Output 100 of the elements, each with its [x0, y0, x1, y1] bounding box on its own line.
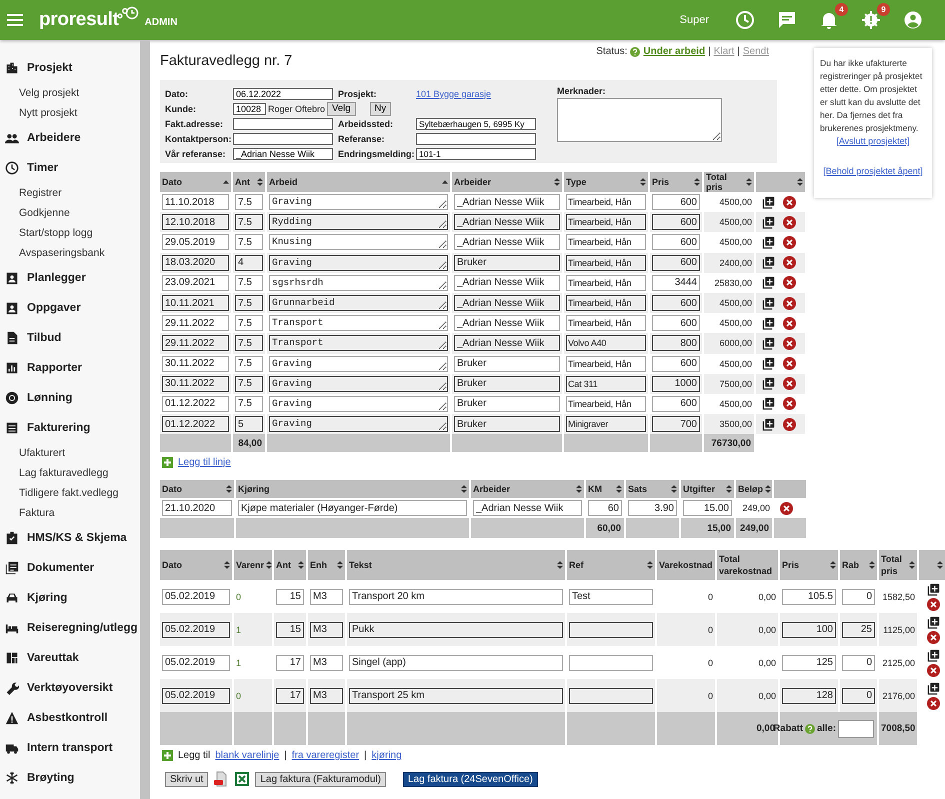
duplicate-icon[interactable] [926, 582, 940, 596]
worker-field[interactable]: _Adrian Nesse Wiik [454, 194, 560, 210]
project-link[interactable]: [Behold prosjektet åpent] [820, 165, 926, 178]
column-header[interactable]: Dato [160, 550, 233, 580]
discount-field[interactable]: 0 [842, 654, 875, 671]
work-field[interactable]: Grunnarbeid [269, 295, 448, 312]
price-field[interactable]: 600 [652, 234, 700, 250]
chat-icon[interactable] [777, 10, 797, 30]
worker-field[interactable]: _Adrian Nesse Wiik [454, 295, 560, 312]
date-field[interactable]: 01.12.2022 [162, 416, 229, 432]
sidebar-section[interactable]: Reiseregning/utlegg [0, 613, 140, 643]
date-field[interactable]: 11.10.2018 [162, 194, 229, 210]
sidebar-item[interactable]: Avspaseringsbank [0, 243, 140, 263]
create-invoice-button[interactable]: Lag faktura (24SevenOffice) [402, 772, 538, 787]
duplicate-icon[interactable] [762, 397, 775, 410]
column-label[interactable]: Sats [628, 484, 648, 494]
rate-field[interactable]: 3.90 [628, 500, 677, 516]
delete-icon[interactable] [783, 296, 796, 310]
worker-field[interactable]: _Adrian Nesse Wiik [454, 315, 560, 332]
sidebar-section[interactable]: Planlegger [0, 263, 140, 293]
column-header[interactable]: Ref [566, 550, 656, 580]
column-label[interactable]: Arbeider [454, 177, 492, 187]
sidebar-section[interactable]: Oppgaver [0, 293, 140, 323]
date-field[interactable]: 30.11.2022 [162, 376, 229, 392]
scrollbar[interactable] [140, 40, 150, 799]
sidebar-item[interactable]: Godkjenne [0, 203, 140, 223]
column-header[interactable]: Pris [649, 172, 703, 192]
add-link[interactable]: blank varelinje [215, 750, 280, 761]
delete-icon[interactable] [783, 418, 796, 431]
work-field[interactable]: Transport [269, 315, 448, 332]
sort-ascending-icon[interactable] [223, 178, 229, 186]
unit-field[interactable]: M3 [310, 588, 343, 605]
text-field[interactable]: _Adrian Nesse Wiik [233, 148, 333, 160]
delete-icon[interactable] [783, 256, 796, 270]
worker-field[interactable]: _Adrian Nesse Wiik [454, 234, 560, 250]
date-field[interactable]: 05.02.2019 [162, 654, 230, 671]
date-field[interactable]: 10.11.2021 [162, 295, 229, 312]
sidebar-section[interactable]: Rapporter [0, 353, 140, 383]
quantity-field[interactable]: 7.5 [235, 396, 263, 412]
sidebar-section[interactable]: Vareuttak [0, 643, 140, 673]
column-label[interactable]: Dato [162, 484, 182, 494]
column-label[interactable]: Pris [652, 177, 670, 187]
column-header[interactable]: Rab [839, 550, 878, 580]
km-field[interactable]: 60 [588, 500, 622, 516]
delete-icon[interactable] [783, 196, 796, 209]
column-header[interactable]: Ant [273, 550, 307, 580]
sort-icon[interactable] [557, 561, 563, 570]
column-header[interactable]: Total pris [703, 172, 755, 192]
price-field[interactable]: 128 [782, 688, 836, 704]
type-field[interactable]: Timearbeid, Hån [566, 396, 646, 412]
date-field[interactable]: 21.10.2020 [162, 500, 232, 516]
sidebar-section[interactable]: Prosjekt [0, 53, 140, 83]
delete-icon[interactable] [783, 316, 796, 330]
delete-icon[interactable] [783, 216, 796, 229]
sort-icon[interactable] [576, 485, 582, 494]
sort-icon[interactable] [461, 485, 467, 494]
unit-field[interactable]: M3 [310, 688, 343, 704]
spreadsheet-icon[interactable] [234, 771, 250, 788]
discount-field[interactable]: 25 [842, 622, 875, 638]
column-label[interactable]: Varekostnad [659, 559, 713, 572]
quantity-field[interactable]: 15 [276, 622, 304, 638]
date-field[interactable]: 29.11.2022 [162, 315, 229, 332]
column-header[interactable]: Varekostnad [656, 550, 716, 580]
column-label[interactable]: Dato [162, 559, 182, 572]
text-field[interactable] [416, 133, 536, 146]
ref-field[interactable] [569, 688, 653, 704]
column-header[interactable]: Enh [307, 550, 346, 580]
quantity-field[interactable]: 7.5 [235, 335, 263, 352]
duplicate-icon[interactable] [762, 316, 775, 330]
discount-field[interactable]: 0 [842, 688, 875, 704]
text-field[interactable] [233, 133, 333, 146]
type-field[interactable]: Timearbeid, Hån [566, 315, 646, 332]
column-label[interactable]: Ref [569, 559, 584, 572]
duplicate-icon[interactable] [762, 216, 775, 229]
trip-field[interactable]: Kjøpe materialer (Høyanger-Førde) [238, 500, 467, 516]
work-field[interactable]: Knusing [269, 234, 448, 250]
worker-field[interactable]: Bruker [454, 356, 560, 372]
date-field[interactable]: 30.11.2022 [162, 356, 229, 372]
sidebar-item[interactable]: Start/stopp logg [0, 223, 140, 243]
action-button[interactable]: Skriv ut [165, 772, 208, 787]
help-icon[interactable] [630, 46, 640, 56]
customer-button[interactable]: Velg [327, 102, 356, 116]
price-field[interactable]: 1000 [652, 376, 700, 392]
type-field[interactable]: Timearbeid, Hån [566, 214, 646, 230]
column-label[interactable]: Total pris [881, 553, 907, 578]
quantity-field[interactable]: 5 [235, 416, 263, 432]
worker-field[interactable]: Bruker [454, 254, 560, 271]
price-field[interactable]: 800 [652, 335, 700, 352]
column-header[interactable]: Utgifter [680, 480, 735, 498]
sidebar-item[interactable]: Ufakturert [0, 443, 140, 463]
column-label[interactable]: Tekst [349, 559, 372, 572]
sort-icon[interactable] [554, 178, 560, 186]
quantity-field[interactable]: 4 [235, 254, 263, 271]
clock-icon[interactable] [735, 10, 755, 30]
sidebar-section[interactable]: Arbeidere [0, 123, 140, 153]
text-field[interactable]: Syltebærhaugen 5, 6995 Ky [416, 118, 536, 130]
expenses-field[interactable]: 15.00 [683, 500, 732, 516]
sort-ascending-icon[interactable] [442, 178, 448, 186]
type-field[interactable]: Volvo A40 [566, 335, 646, 352]
date-field[interactable]: 12.10.2018 [162, 214, 229, 230]
